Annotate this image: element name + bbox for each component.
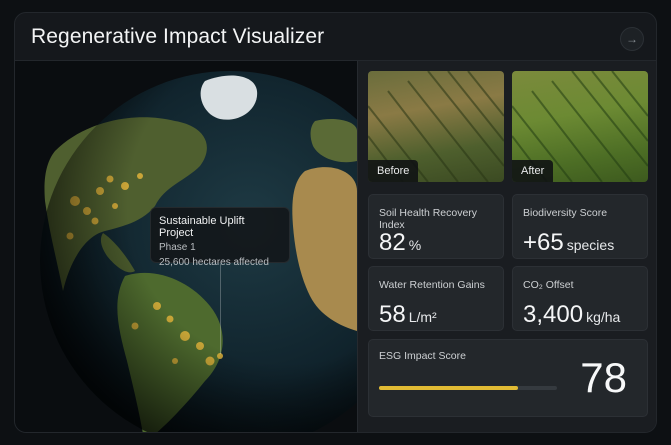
tooltip-phase: Phase 1 xyxy=(159,242,196,253)
soil-health-label: Soil Health Recovery Index xyxy=(379,207,478,231)
co2-offset-number: 3,400 xyxy=(523,301,584,328)
water-retention-label: Water Retention Gains xyxy=(379,279,485,291)
tooltip-title: Sustainable Uplift Project xyxy=(159,215,245,239)
esg-progress-fill xyxy=(379,386,518,390)
tooltip-pointer xyxy=(220,264,221,354)
metrics-panel: Before After Soil Health Recovery Index … xyxy=(357,61,656,432)
esg-score-card: ESG Impact Score 78 xyxy=(368,339,648,417)
globe-map[interactable]: Sustainable Uplift Project Phase 1 25,60… xyxy=(15,61,357,432)
app-window: Regenerative Impact Visualizer → Sustain… xyxy=(14,12,657,433)
page-title: Regenerative Impact Visualizer xyxy=(31,25,325,48)
after-photo[interactable]: After xyxy=(512,71,648,182)
biodiversity-card: Biodiversity Score +65 species xyxy=(512,194,648,259)
esg-progress-track xyxy=(379,386,557,390)
water-retention-card: Water Retention Gains 58 L/m² xyxy=(368,266,504,331)
esg-score-value: 78 xyxy=(580,354,627,401)
biodiversity-value: +65 species xyxy=(523,229,614,257)
before-label: Before xyxy=(368,160,419,182)
biodiversity-number: +65 xyxy=(523,229,564,256)
arrow-right-icon[interactable]: → xyxy=(620,27,644,51)
water-retention-number: 58 xyxy=(379,301,406,328)
after-label: After xyxy=(512,160,554,182)
co2-offset-card: CO₂ Offset 3,400 kg/ha xyxy=(512,266,648,331)
soil-health-number: 82 xyxy=(379,229,406,256)
before-photo[interactable]: Before xyxy=(368,71,504,182)
co2-offset-value: 3,400 kg/ha xyxy=(523,301,620,329)
esg-label: ESG Impact Score xyxy=(379,350,466,362)
water-retention-value: 58 L/m² xyxy=(379,301,437,329)
soil-health-card: Soil Health Recovery Index 82% xyxy=(368,194,504,259)
biodiversity-unit: species xyxy=(566,237,615,253)
project-tooltip: Sustainable Uplift Project Phase 1 25,60… xyxy=(150,207,290,268)
co2-offset-label: CO₂ Offset xyxy=(523,279,574,291)
soil-health-unit: % xyxy=(408,237,422,253)
soil-health-value: 82% xyxy=(379,229,421,257)
co2-offset-unit: kg/ha xyxy=(586,309,621,325)
water-retention-unit: L/m² xyxy=(408,309,437,325)
header: Regenerative Impact Visualizer → xyxy=(15,13,656,61)
tooltip-area: 25,600 hectares affected xyxy=(159,257,269,268)
biodiversity-label: Biodiversity Score xyxy=(523,207,608,219)
